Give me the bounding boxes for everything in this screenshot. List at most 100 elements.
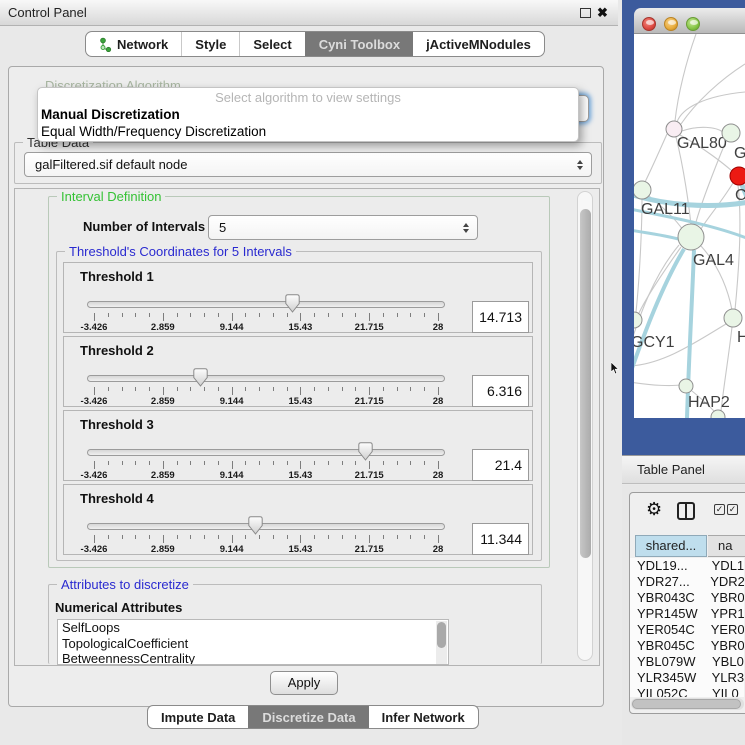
select-none-checkbox-icon[interactable]: ✓ [727,504,738,515]
threshold-value-field[interactable] [472,449,529,481]
network-node-hap2[interactable] [679,379,693,393]
panel-scrollbar[interactable] [577,191,593,661]
tab-style[interactable]: Style [181,32,239,56]
bottom-tab-impute-data[interactable]: Impute Data [148,706,248,728]
cell-name: YPR1 [704,606,744,622]
column-header-name[interactable]: na [708,535,745,557]
slider-thumb[interactable] [285,294,300,313]
threshold-slider[interactable]: -3.4262.8599.14415.4321.71528 [87,441,445,481]
network-edge[interactable] [677,92,745,122]
slider-thumb[interactable] [358,442,373,461]
number-of-intervals-value: 5 [219,220,226,235]
tab-cyni-toolbox[interactable]: Cyni Toolbox [305,32,413,56]
slider-thumb[interactable] [248,516,263,535]
apply-button[interactable]: Apply [270,671,338,695]
cell-shared-name: YDL19... [630,558,705,574]
threshold-label: Threshold 1 [80,269,154,284]
control-panel-tabs: Network StyleSelectCyni ToolboxjActiveMNo… [85,31,545,57]
split-view-icon[interactable] [677,502,695,520]
number-of-intervals-combo[interactable]: 5 [208,215,478,240]
tab-jactivemnodules[interactable]: jActiveMNodules [413,32,544,56]
threshold-value-field[interactable] [472,301,529,333]
settings-gear-icon[interactable]: ⚙ [646,498,662,520]
tab-label: Network [117,37,168,52]
network-node-label: GAL80 [677,135,727,152]
column-header-shared-name[interactable]: shared... [635,535,707,557]
network-node-h[interactable] [724,309,742,327]
close-icon[interactable]: ✖ [597,4,608,22]
threshold-panel: Threshold 2 -3.4262.8599.14415.4321.71528 [63,336,533,407]
cell-shared-name: YDR27... [630,574,703,590]
network-node[interactable] [711,410,725,418]
zoom-window-icon[interactable] [686,17,700,31]
threshold-value-field[interactable] [472,523,529,555]
minimize-window-icon[interactable] [664,17,678,31]
network-edge[interactable] [682,127,723,132]
threshold-slider[interactable]: -3.4262.8599.14415.4321.71528 [87,293,445,333]
table-row[interactable]: YBL079WYBL0 [630,654,744,670]
select-all-checkbox-icon[interactable]: ✓ [714,504,725,515]
algorithm-option[interactable]: Manual Discretization [41,107,180,122]
numerical-attributes-list[interactable]: SelfLoopsTopologicalCoefficientBetweenne… [57,619,449,665]
threshold-label: Threshold 3 [80,417,154,432]
bottom-tab-infer-network[interactable]: Infer Network [369,706,478,728]
table-row[interactable]: YBR043CYBR0 [630,590,744,606]
list-scrollbar-thumb[interactable] [437,622,446,648]
network-edge[interactable] [645,134,667,182]
slider-track [87,523,445,530]
table-data-combo-value: galFiltered.sif default node [35,157,187,172]
number-of-intervals-label: Number of Intervals [83,219,205,234]
table-panel-titlebar: Table Panel [622,455,745,484]
threshold-slider[interactable]: -3.4262.8599.14415.4321.71528 [87,367,445,407]
table-row[interactable]: YDR27...YDR2 [630,574,744,590]
network-node-gal4[interactable] [678,224,704,250]
cell-shared-name: YIL052C [630,686,705,697]
threshold-panel: Threshold 3 -3.4262.8599.14415.4321.71528 [63,410,533,481]
float-window-icon[interactable] [580,8,591,18]
table-row[interactable]: YDL19...YDL1 [630,558,744,574]
threshold-value-field[interactable] [472,375,529,407]
network-window-titlebar[interactable] [634,8,745,34]
slider-ticks [94,461,438,469]
list-item[interactable]: SelfLoops [58,620,448,636]
bottom-tab-label: Infer Network [382,710,465,725]
table-row[interactable]: YBR045CYBR0 [630,638,744,654]
tab-select[interactable]: Select [239,32,304,56]
network-node-label: GCY1 [634,334,675,351]
stepper-arrows-icon [577,160,583,170]
threshold-slider[interactable]: -3.4262.8599.14415.4321.71528 [87,515,445,555]
table-hscroll-thumb[interactable] [632,699,741,709]
close-window-icon[interactable] [642,17,656,31]
table-horizontal-scrollbar[interactable] [631,698,744,710]
tab-network[interactable]: Network [86,32,181,56]
threshold-panel: Threshold 1 -3.4262.8599.14415.4321.71528 [63,262,533,333]
list-item[interactable]: TopologicalCoefficient [58,636,448,652]
cell-name: YBR0 [704,638,744,654]
mouse-cursor [611,362,620,375]
algorithm-prompt-option[interactable]: Select algorithm to view settings [38,90,578,105]
network-node-label: C [735,187,745,204]
network-node-gal11[interactable] [634,181,651,199]
bottom-tab-discretize-data[interactable]: Discretize Data [248,706,368,728]
threshold-label: Threshold 2 [80,343,154,358]
table-row[interactable]: YPR145WYPR1 [630,606,744,622]
threshold-label: Threshold 4 [80,491,154,506]
attributes-group-label: Attributes to discretize [57,577,193,592]
network-edge[interactable] [634,382,680,386]
table-row[interactable]: YER054CYER0 [630,622,744,638]
network-canvas[interactable]: GAL80GCGAL11GAL4GCY1HHAP2 [634,34,745,418]
network-node-c[interactable] [730,167,745,185]
slider-ticks [94,313,438,321]
table-row[interactable]: YIL052CYIL0 [630,686,744,697]
network-edge[interactable] [681,64,745,124]
cell-shared-name: YER054C [630,622,704,638]
network-node-g[interactable] [722,124,740,142]
table-row[interactable]: YLR345WYLR3 [630,670,744,686]
list-scrollbar[interactable] [436,621,447,665]
list-item[interactable]: BetweennessCentrality [58,651,448,665]
table-data-combo[interactable]: galFiltered.sif default node [24,152,592,177]
algorithm-option[interactable]: Equal Width/Frequency Discretization [41,124,266,139]
panel-scrollbar-thumb[interactable] [580,209,591,558]
slider-thumb[interactable] [193,368,208,387]
network-node-label: GAL4 [693,252,734,269]
